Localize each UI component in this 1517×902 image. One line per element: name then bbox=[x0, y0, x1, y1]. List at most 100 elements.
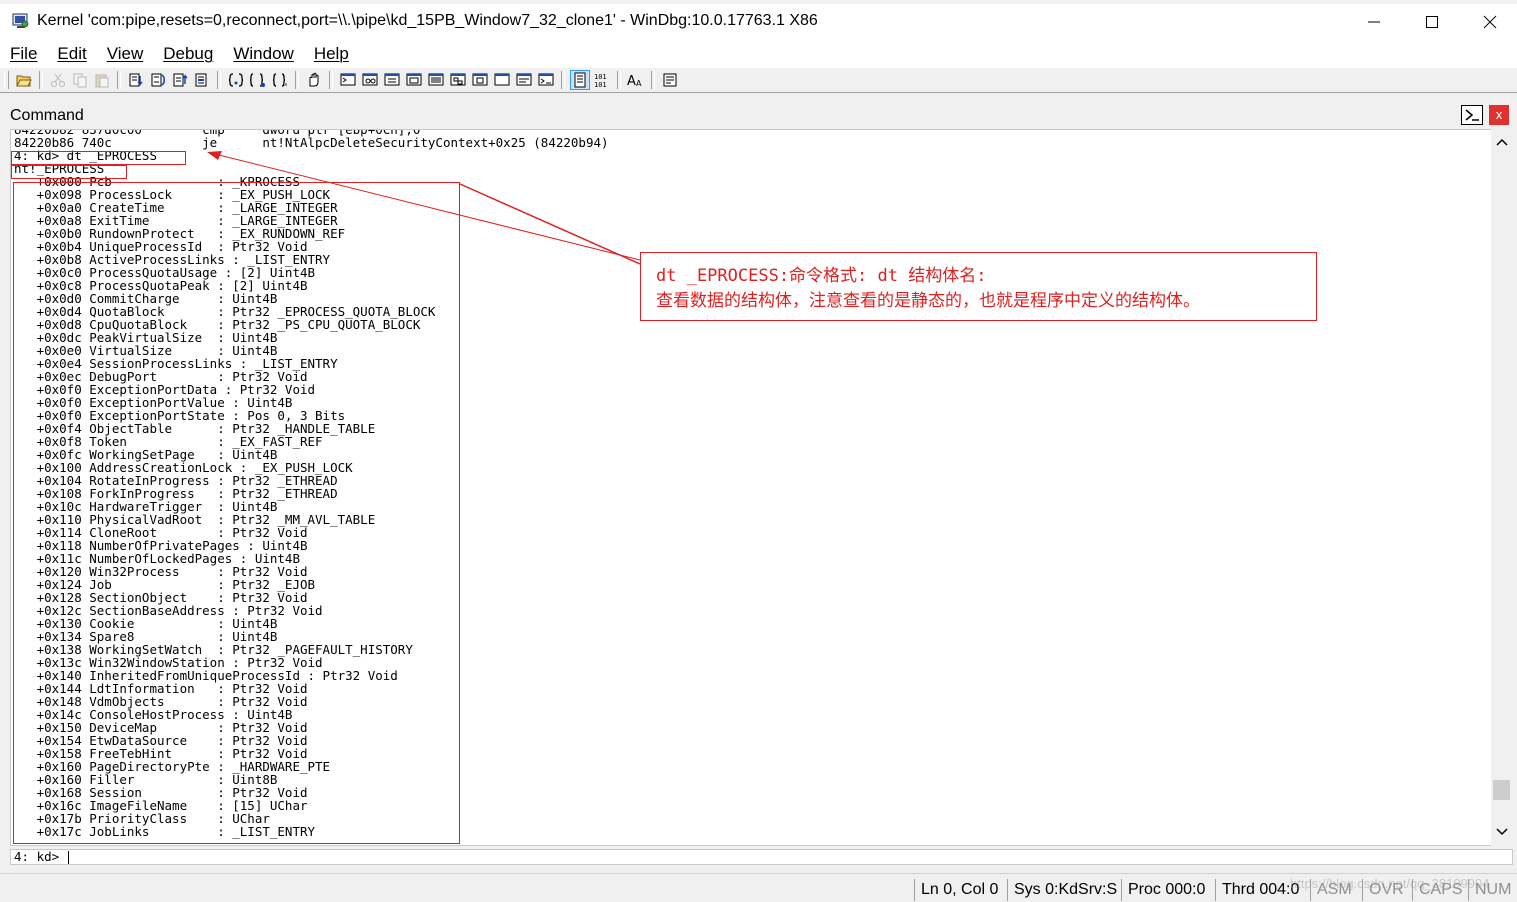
command-input[interactable]: 4: kd> bbox=[10, 849, 1513, 865]
copy-icon bbox=[73, 73, 87, 88]
status-process: Proc 000:0 bbox=[1121, 879, 1211, 901]
registers-window-button[interactable] bbox=[404, 70, 424, 90]
source-window-icon bbox=[538, 73, 554, 86]
scroll-up-icon[interactable] bbox=[1496, 137, 1508, 149]
command-window-button[interactable] bbox=[338, 70, 358, 90]
source-mode-toggle-icon bbox=[574, 72, 586, 88]
output-scrollbar[interactable] bbox=[1491, 129, 1513, 846]
paste-button[interactable] bbox=[92, 70, 112, 90]
status-asm: ASM bbox=[1310, 879, 1358, 901]
svg-text:A: A bbox=[627, 74, 636, 88]
title-bar: Kernel 'com:pipe,resets=0,reconnect,port… bbox=[0, 4, 1517, 40]
open-button[interactable] bbox=[14, 70, 34, 90]
command-panel-title: Command bbox=[10, 107, 84, 124]
status-system: Sys 0:KdSrv:S bbox=[1007, 879, 1123, 901]
disassembly-icon bbox=[472, 73, 488, 86]
hand-icon bbox=[309, 72, 319, 87]
cut-icon bbox=[51, 73, 65, 87]
run-to-cursor-icon bbox=[195, 73, 207, 87]
menu-help[interactable]: Help bbox=[304, 44, 359, 64]
status-caps: CAPS bbox=[1412, 879, 1469, 901]
status-num: NUM bbox=[1468, 879, 1517, 901]
close-window-button[interactable] bbox=[1461, 4, 1517, 40]
scrollbar-thumb[interactable] bbox=[1493, 780, 1510, 800]
scratchpad-icon bbox=[494, 73, 510, 86]
menu-bar: File Edit View Debug Window Help bbox=[0, 40, 1517, 67]
options-icon bbox=[663, 73, 677, 87]
cut-button[interactable] bbox=[48, 70, 68, 90]
copy-button[interactable] bbox=[70, 70, 90, 90]
source-mode-toggle-button[interactable] bbox=[570, 70, 590, 90]
step-out-button[interactable] bbox=[170, 70, 190, 90]
disassembly-window-button[interactable] bbox=[470, 70, 490, 90]
highlight-command-box bbox=[11, 151, 186, 165]
menu-file[interactable]: File bbox=[0, 44, 47, 64]
scroll-down-icon[interactable] bbox=[1496, 825, 1508, 837]
step-into-button[interactable] bbox=[126, 70, 146, 90]
locals-window-button[interactable] bbox=[382, 70, 402, 90]
command-prompt-button[interactable] bbox=[1461, 105, 1483, 125]
status-position: Ln 0, Col 0 bbox=[914, 879, 1004, 901]
paste-icon bbox=[95, 74, 109, 88]
watch-window-button[interactable] bbox=[360, 70, 380, 90]
source-mode-button[interactable] bbox=[226, 70, 246, 90]
annotation-line-2: 查看数据的结构体，注意查看的是静态的，也就是程序中定义的结构体。 bbox=[656, 291, 1200, 311]
locals-icon bbox=[384, 73, 400, 86]
watch-window-icon bbox=[362, 73, 378, 86]
memory-icon bbox=[428, 73, 444, 86]
run-to-cursor-button[interactable] bbox=[192, 70, 212, 90]
svg-text:101: 101 bbox=[594, 81, 607, 88]
command-icon bbox=[340, 73, 356, 86]
menu-debug[interactable]: Debug bbox=[153, 44, 223, 64]
stop-button[interactable] bbox=[270, 70, 290, 90]
menu-view[interactable]: View bbox=[97, 44, 154, 64]
callstack-window-button[interactable] bbox=[448, 70, 468, 90]
highlight-fields-box bbox=[13, 182, 460, 844]
menu-edit[interactable]: Edit bbox=[47, 44, 96, 64]
close-icon bbox=[1483, 15, 1497, 29]
command-panel-header: Command x bbox=[5, 97, 1515, 129]
prompt-icon bbox=[1465, 109, 1479, 121]
processes-window-button[interactable] bbox=[514, 70, 534, 90]
memory-window-button[interactable] bbox=[426, 70, 446, 90]
step-over-icon bbox=[151, 73, 165, 87]
menu-window[interactable]: Window bbox=[223, 44, 303, 64]
status-ovr: OVR bbox=[1362, 879, 1410, 901]
toolbar-grip[interactable] bbox=[4, 71, 9, 89]
minimize-icon bbox=[1368, 21, 1380, 23]
maximize-button[interactable] bbox=[1403, 4, 1461, 40]
scratchpad-window-button[interactable] bbox=[492, 70, 512, 90]
minimize-button[interactable] bbox=[1345, 4, 1403, 40]
close-icon: x bbox=[1495, 108, 1503, 122]
status-thread: Thrd 004:0 bbox=[1215, 879, 1305, 901]
source-mode-icon bbox=[228, 73, 244, 87]
registers-icon bbox=[406, 73, 422, 86]
toolbar: 101 101 AA bbox=[0, 67, 1517, 93]
step-out-icon bbox=[173, 73, 188, 87]
step-over-button[interactable] bbox=[148, 70, 168, 90]
font-button[interactable]: AA bbox=[626, 70, 646, 90]
svg-text:101: 101 bbox=[594, 73, 607, 81]
maximize-icon bbox=[1426, 16, 1438, 28]
windbg-app-icon bbox=[12, 13, 29, 28]
hex-mode-button[interactable]: 101 101 bbox=[592, 70, 612, 90]
watch-icon bbox=[250, 73, 265, 87]
window-title: Kernel 'com:pipe,resets=0,reconnect,port… bbox=[37, 12, 818, 29]
svg-text:A: A bbox=[636, 79, 642, 88]
watch-button[interactable] bbox=[248, 70, 268, 90]
hex-icon: 101101 bbox=[594, 73, 607, 88]
command-input-prompt: 4: kd> bbox=[14, 849, 60, 864]
stop-icon bbox=[272, 73, 287, 87]
processes-icon bbox=[516, 73, 532, 86]
callstack-icon bbox=[450, 73, 466, 86]
options-button[interactable] bbox=[660, 70, 680, 90]
hand-button[interactable] bbox=[304, 70, 324, 90]
annotation-line-1: dt _EPROCESS:命令格式: dt 结构体名: bbox=[656, 266, 987, 286]
source-window-button[interactable] bbox=[536, 70, 556, 90]
command-panel-close-button[interactable]: x bbox=[1489, 105, 1509, 125]
font-icon: AA bbox=[627, 74, 642, 88]
step-into-icon bbox=[129, 73, 143, 87]
status-bar: Ln 0, Col 0 Sys 0:KdSrv:S Proc 000:0 Thr… bbox=[0, 873, 1517, 902]
annotation-callout: dt _EPROCESS:命令格式: dt 结构体名: 查看数据的结构体，注意查… bbox=[640, 252, 1317, 321]
text-caret bbox=[68, 851, 69, 864]
